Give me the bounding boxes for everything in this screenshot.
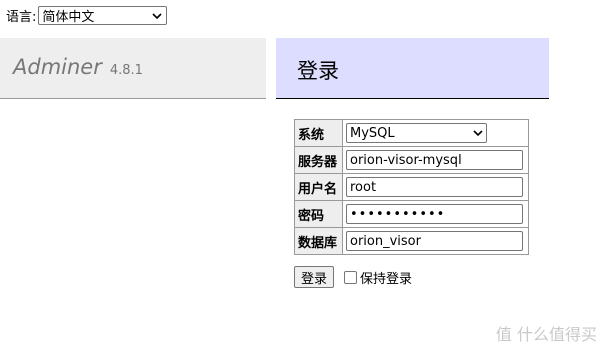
- login-form: 系统 MySQL 服务器 orion-visor-mysql 用户名 root …: [294, 119, 529, 255]
- system-select[interactable]: MySQL: [346, 123, 487, 143]
- form-row-system: 系统 MySQL: [294, 119, 529, 147]
- form-row-password: 密码 •••••••••••: [294, 200, 529, 228]
- chevron-down-icon: [152, 12, 162, 19]
- form-row-server: 服务器 orion-visor-mysql: [294, 146, 529, 174]
- form-actions: 登录 保持登录: [294, 266, 412, 288]
- form-row-database: 数据库 orion_visor: [294, 227, 529, 255]
- watermark-text: 值 什么值得买: [495, 325, 597, 344]
- brand-name[interactable]: Adminer: [13, 55, 102, 79]
- watermark: 值 什么值得买: [496, 321, 597, 345]
- chevron-down-icon: [473, 130, 483, 137]
- page-title: 登录: [297, 59, 339, 83]
- system-label: 系统: [294, 119, 343, 147]
- form-row-username: 用户名 root: [294, 173, 529, 201]
- language-select[interactable]: 简体中文: [38, 6, 168, 25]
- remember-label[interactable]: 保持登录: [360, 268, 412, 287]
- language-select-value: 简体中文: [42, 10, 95, 25]
- remember-checkbox[interactable]: [344, 270, 358, 284]
- brand-version[interactable]: 4.8.1: [110, 63, 143, 78]
- server-label: 服务器: [294, 146, 343, 174]
- language-switcher: 语言: 简体中文: [6, 6, 168, 25]
- database-label: 数据库: [294, 227, 343, 255]
- password-label: 密码: [294, 200, 343, 228]
- menu-panel: Adminer 4.8.1: [0, 38, 266, 99]
- language-label: 语言:: [6, 10, 37, 25]
- database-input[interactable]: orion_visor: [346, 231, 523, 251]
- brand: Adminer 4.8.1: [13, 55, 143, 79]
- server-input[interactable]: orion-visor-mysql: [346, 150, 523, 170]
- login-button[interactable]: 登录: [294, 266, 335, 288]
- username-label: 用户名: [294, 173, 343, 201]
- page-header: 登录: [276, 38, 549, 99]
- system-select-value: MySQL: [350, 125, 395, 141]
- username-input[interactable]: root: [346, 177, 523, 197]
- password-input[interactable]: •••••••••••: [346, 204, 523, 224]
